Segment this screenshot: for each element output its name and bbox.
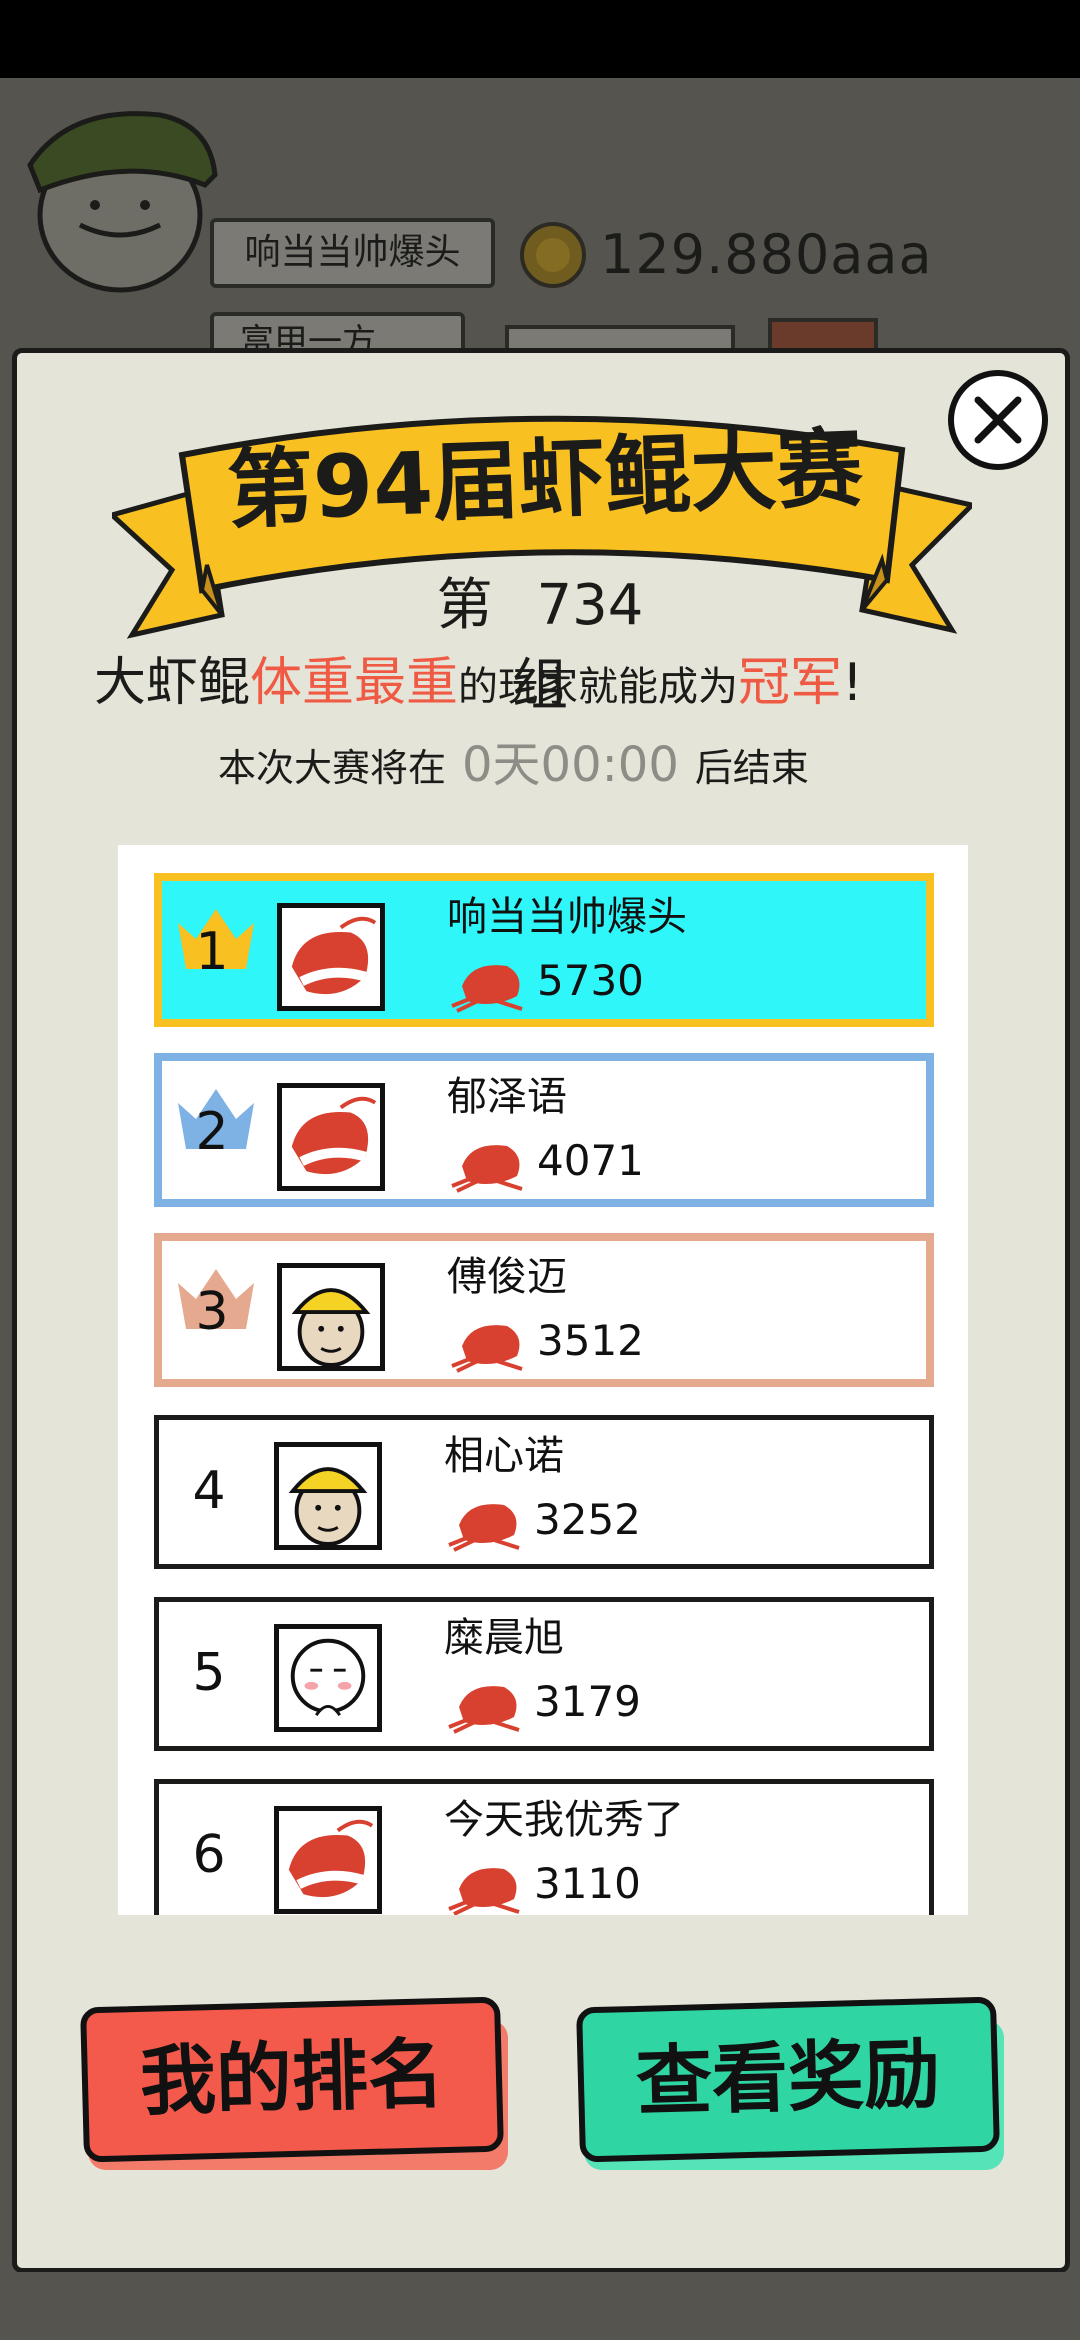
- rule-highlight-champion: 冠军: [738, 653, 843, 713]
- view-rewards-button[interactable]: 查看奖励: [576, 1996, 1000, 2163]
- round-face-avatar-icon: [274, 1624, 382, 1732]
- contest-countdown: 本次大赛将在 0天00:00 后结束: [218, 735, 809, 798]
- player-score: 3179: [534, 1677, 641, 1726]
- shrimp-avatar-icon: [277, 1083, 385, 1191]
- player-name: 郁泽语: [447, 1074, 567, 1120]
- leaderboard-list[interactable]: 1 响当当帅爆头 5730 2 郁泽语 4071 3 傅俊迈 3512 4 相心…: [118, 845, 968, 1915]
- rule-part1: 大虾鲲: [94, 653, 251, 713]
- rank-number: 3: [195, 1282, 229, 1342]
- player-score: 3110: [534, 1859, 641, 1908]
- shrimp-weight-icon: [448, 1686, 520, 1734]
- rule-part2: 的玩家就能成为: [458, 664, 739, 710]
- rule-end: !: [842, 653, 863, 713]
- player-avatar-icon: [27, 111, 218, 293]
- shrimp-weight-icon: [451, 965, 523, 1013]
- leaderboard-row[interactable]: 6 今天我优秀了 3110: [154, 1779, 934, 1915]
- group-prefix: 第: [436, 573, 493, 638]
- group-number: 734: [536, 573, 644, 638]
- player-name: 今天我优秀了: [444, 1797, 684, 1843]
- player-score: 3252: [534, 1495, 641, 1544]
- player-score: 5730: [537, 956, 644, 1005]
- coin-balance: 129.880aaa: [600, 223, 933, 286]
- player-name: 糜晨旭: [444, 1615, 564, 1661]
- player-score: 4071: [537, 1136, 644, 1185]
- player-name: 相心诺: [444, 1433, 564, 1479]
- leaderboard-row[interactable]: 2 郁泽语 4071: [154, 1053, 934, 1207]
- contest-rule: 大虾鲲体重最重的玩家就能成为冠军!: [94, 648, 994, 722]
- rank-number: 1: [195, 922, 229, 982]
- shrimp-weight-icon: [448, 1868, 520, 1915]
- player-name-tag: 响当当帅爆头: [210, 218, 495, 288]
- player-name: 响当当帅爆头: [447, 894, 687, 940]
- helmet-man-avatar-icon: [277, 1263, 385, 1371]
- shrimp-weight-icon: [448, 1504, 520, 1552]
- shrimp-avatar-icon: [274, 1806, 382, 1914]
- shrimp-weight-icon: [451, 1325, 523, 1373]
- leaderboard-row[interactable]: 3 傅俊迈 3512: [154, 1233, 934, 1387]
- navigation-bar: [0, 2272, 1080, 2340]
- leaderboard-row[interactable]: 1 响当当帅爆头 5730: [154, 873, 934, 1027]
- status-bar: [0, 0, 1080, 78]
- shrimp-weight-icon: [451, 1145, 523, 1193]
- player-score: 3512: [537, 1316, 644, 1365]
- helmet-man-avatar-icon: [274, 1442, 382, 1550]
- rank-number: 6: [192, 1825, 226, 1885]
- rank-number: 4: [192, 1461, 226, 1521]
- rank-number: 5: [192, 1643, 226, 1703]
- my-rank-button[interactable]: 我的排名: [80, 1996, 504, 2163]
- leaderboard-row[interactable]: 5 糜晨旭 3179: [154, 1597, 934, 1751]
- countdown-prefix: 本次大赛将在: [218, 746, 447, 790]
- close-icon: [974, 396, 1022, 444]
- countdown-time: 0天00:00: [462, 737, 679, 793]
- leaderboard-row[interactable]: 4 相心诺 3252: [154, 1415, 934, 1569]
- countdown-suffix: 后结束: [694, 746, 809, 790]
- rank-number: 2: [195, 1102, 229, 1162]
- background-header: 响当当帅爆头 129.880aaa 富甲一方: [0, 78, 1080, 372]
- rule-highlight-weight: 体重最重: [250, 653, 459, 713]
- shrimp-avatar-icon: [277, 903, 385, 1011]
- player-name: 傅俊迈: [447, 1254, 567, 1300]
- coin-icon: [520, 222, 586, 288]
